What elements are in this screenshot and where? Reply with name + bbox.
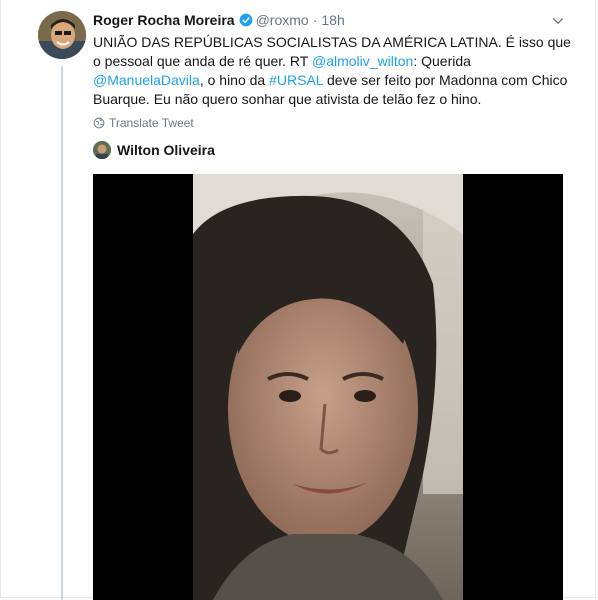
tweet-text: UNIÃO DAS REPÚBLICAS SOCIALISTAS DA AMÉR… — [93, 33, 573, 109]
avatar-image — [38, 11, 86, 59]
tweet-text-segment: , o hino da — [199, 72, 270, 88]
video-player[interactable] — [93, 174, 563, 600]
thread-line — [61, 66, 63, 600]
author-handle[interactable]: @roxmo — [256, 12, 309, 28]
mention-link[interactable]: @ManuelaDavila — [93, 72, 200, 88]
separator-dot: · — [312, 12, 318, 28]
author-name[interactable]: Roger Rocha Moreira — [93, 12, 235, 28]
chevron-down-icon[interactable] — [551, 14, 565, 28]
translate-tweet-button[interactable]: Translate Tweet — [93, 116, 194, 130]
tweet-timestamp[interactable]: 18h — [321, 12, 344, 28]
tweet-header: Roger Rocha Moreira @roxmo · 18h — [93, 12, 345, 28]
quoted-user[interactable]: Wilton Oliveira — [93, 141, 215, 159]
quoted-user-name: Wilton Oliveira — [117, 142, 215, 158]
video-frame — [93, 174, 563, 600]
mention-link[interactable]: @almoliv_wilton — [312, 53, 413, 69]
author-avatar[interactable] — [38, 11, 86, 59]
tweet-text-segment: : Querida — [413, 53, 471, 69]
verified-badge-icon — [239, 13, 253, 27]
translate-label: Translate Tweet — [109, 116, 194, 130]
quoted-user-avatar — [93, 141, 111, 159]
quoted-avatar-image — [93, 141, 111, 159]
globe-icon — [93, 117, 105, 129]
hashtag-link[interactable]: #URSAL — [269, 72, 323, 88]
